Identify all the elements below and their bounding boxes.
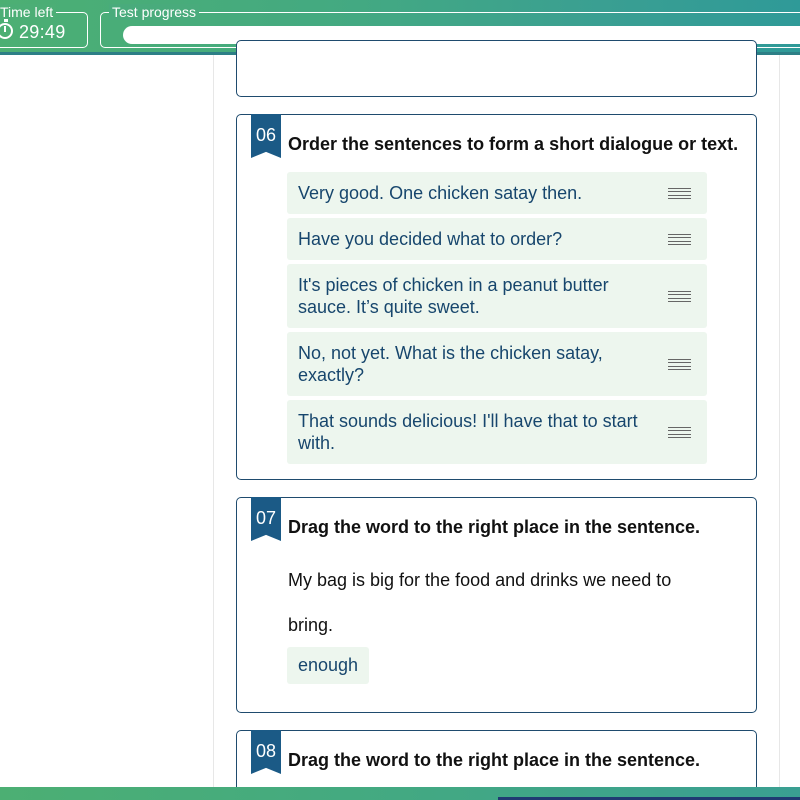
sortable-item-text: It's pieces of chicken in a peanut butte… <box>298 275 609 317</box>
question-card-06: 06 Order the sentences to form a short d… <box>236 114 757 480</box>
draggable-word[interactable]: enough <box>287 647 370 684</box>
question-number-badge: 06 <box>251 114 281 158</box>
drag-handle-icon[interactable] <box>668 427 691 438</box>
question-title: Drag the word to the right place in the … <box>288 517 701 537</box>
sortable-item-text: Very good. One chicken satay then. <box>298 183 583 203</box>
drag-handle-icon[interactable] <box>668 188 691 199</box>
question-card-07: 07 Drag the word to the right place in t… <box>236 497 757 713</box>
question-card-previous <box>236 40 757 97</box>
sortable-item-text: That sounds delicious! I'll have that to… <box>298 411 638 453</box>
sortable-item[interactable]: Have you decided what to order? <box>287 218 707 260</box>
sortable-item-text: No, not yet. What is the chicken satay, … <box>298 343 603 385</box>
sortable-list: Very good. One chicken satay then. Have … <box>287 172 707 468</box>
test-progress-label: Test progress <box>109 4 200 20</box>
stopwatch-icon <box>0 19 13 39</box>
time-left-label: Time left <box>0 4 57 20</box>
sortable-item[interactable]: No, not yet. What is the chicken satay, … <box>287 332 707 396</box>
footer-bar <box>0 787 800 800</box>
question-title: Drag the word to the right place in the … <box>288 750 701 770</box>
question-number-badge: 07 <box>251 497 281 541</box>
sortable-item[interactable]: That sounds delicious! I'll have that to… <box>287 400 707 464</box>
time-left-value: 29:49 <box>19 22 66 42</box>
question-number-badge: 08 <box>251 730 281 774</box>
sortable-item[interactable]: Very good. One chicken satay then. <box>287 172 707 214</box>
time-left-panel: Time left 29:49 <box>0 4 88 48</box>
sentence-line[interactable]: My bag is big for the food and drinks we… <box>288 570 671 591</box>
drag-handle-icon[interactable] <box>668 291 691 302</box>
sentence-line[interactable]: bring. <box>288 615 333 636</box>
question-title: Order the sentences to form a short dial… <box>288 134 739 154</box>
drag-handle-icon[interactable] <box>668 234 691 245</box>
drag-handle-icon[interactable] <box>668 359 691 370</box>
sortable-item[interactable]: It's pieces of chicken in a peanut butte… <box>287 264 707 328</box>
sortable-item-text: Have you decided what to order? <box>298 229 563 249</box>
